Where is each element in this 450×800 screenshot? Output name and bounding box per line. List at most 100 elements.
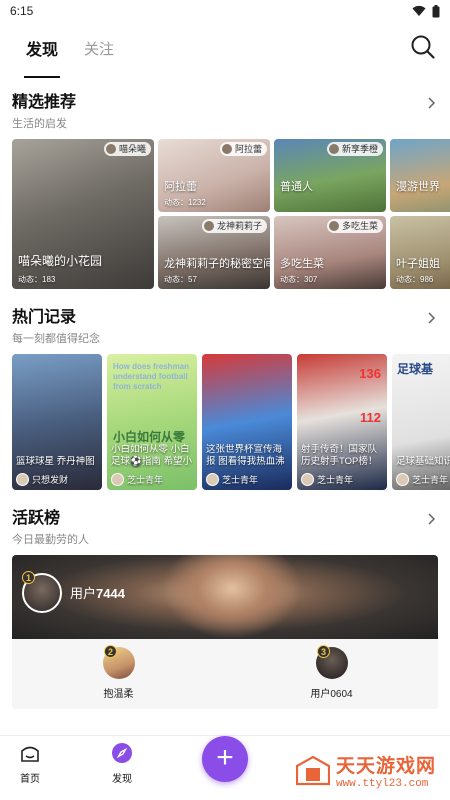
rank-badge: 1: [22, 571, 35, 584]
author-name: 芝士青年: [127, 475, 164, 485]
author-name: 新享季橙: [341, 144, 378, 154]
author-avatar: [206, 473, 219, 486]
hot-card[interactable]: 这张世界杯宣传海报 图看得我热血沸腾 芝士青年: [202, 354, 292, 490]
hot-title: 热门记录: [12, 309, 77, 326]
hot-card-title: 足球基础知识 快手: [396, 456, 450, 467]
author-avatar: [203, 221, 214, 231]
author-avatar: [111, 473, 124, 486]
watermark: 天天游戏网 www.ttyl23.com: [295, 751, 436, 790]
hot-card[interactable]: How does freshman understand football fr…: [107, 354, 197, 490]
author-tag: 新享季橙: [326, 142, 383, 156]
nav-discover[interactable]: 发现: [98, 742, 146, 785]
active-header[interactable]: 活跃榜 今日最勤劳的人: [0, 504, 450, 547]
active-title: 活跃榜: [12, 510, 61, 527]
card-caption: 漫游世界: [396, 181, 440, 193]
battery-icon: [432, 4, 440, 17]
author-tag: 阿拉蕾: [219, 142, 267, 156]
featured-header[interactable]: 精选推荐 生活的启发: [0, 88, 450, 131]
card-meta: 动态：183: [18, 275, 56, 284]
author-tag: 喵朵曦: [103, 142, 151, 156]
hot-card-title: 篮球球星 乔丹神图: [16, 456, 95, 467]
hot-header[interactable]: 热门记录 每一刻都值得纪念: [0, 303, 450, 346]
watermark-url: www.ttyl23.com: [335, 778, 429, 790]
card-caption: 普通人: [280, 181, 313, 193]
rank-first-name: 用户7444: [70, 583, 125, 602]
hot-card[interactable]: 足球基 足球基础知识 快手 芝士青年: [392, 354, 450, 490]
hot-card-title: 这张世界杯宣传海报 图看得我热血沸腾: [206, 444, 285, 467]
hot-card-author: 只想发财: [16, 473, 68, 486]
featured-column: 漫游世界 叶子姐姐 动态：986: [390, 139, 450, 289]
watermark-logo-icon: [295, 755, 330, 785]
card-meta: 动态：986: [396, 275, 434, 284]
featured-subtitle: 生活的启发: [12, 118, 67, 130]
featured-column: 阿拉蕾 阿拉蕾 动态：1232 龙神莉莉子 龙神莉莉子的秘密空间 动态：57: [158, 139, 270, 289]
author-avatar: [301, 473, 314, 486]
active-subtitle: 今日最勤劳的人: [12, 534, 89, 546]
hot-card[interactable]: 136 112 射手传奇！国家队历史射手TOP榜！ 芝士青年: [297, 354, 387, 490]
chevron-right-icon[interactable]: [426, 96, 436, 110]
chevron-right-icon[interactable]: [426, 512, 436, 526]
featured-card[interactable]: 新享季橙 普通人: [274, 139, 386, 212]
author-name: 芝士青年: [412, 475, 449, 485]
featured-card[interactable]: 漫游世界: [390, 139, 450, 212]
author-tag: 多吃生菜: [326, 219, 383, 233]
author-name: 只想发财: [32, 475, 69, 485]
rank-others: 2 抱温柔 3 用户0604: [12, 639, 438, 709]
rank-first-name-prefix: 用户: [70, 586, 97, 601]
status-time: 6:15: [10, 4, 34, 18]
featured-card[interactable]: 阿拉蕾 阿拉蕾 动态：1232: [158, 139, 270, 212]
hot-subtitle: 每一刻都值得纪念: [12, 333, 100, 345]
hot-card-author: 芝士青年: [206, 473, 258, 486]
featured-card[interactable]: 喵朵曦 喵朵曦的小花园 动态：183: [12, 139, 154, 289]
featured-list: 喵朵曦 喵朵曦的小花园 动态：183 阿拉蕾 阿拉蕾 动态：1232 龙神莉莉子…: [0, 139, 450, 289]
nav-home[interactable]: 首页: [6, 742, 54, 785]
nav-home-label: 首页: [20, 774, 40, 785]
home-icon: [21, 746, 39, 762]
author-avatar: [221, 144, 232, 154]
search-icon[interactable]: [410, 34, 436, 60]
author-name: 喵朵曦: [118, 144, 146, 154]
rank-third[interactable]: 3 用户0604: [225, 639, 438, 709]
hot-card[interactable]: 篮球球星 乔丹神图 只想发财: [12, 354, 102, 490]
author-avatar: [16, 473, 29, 486]
hot-card-number: 136: [359, 366, 381, 381]
rank-first[interactable]: 1 用户7444: [12, 555, 438, 639]
active-ranking: 1 用户7444 2 抱温柔 3 用户0604: [12, 555, 438, 709]
card-meta: 动态：57: [164, 275, 197, 284]
wifi-icon: [412, 5, 426, 16]
rank-badge: 3: [317, 645, 330, 658]
card-caption: 多吃生菜: [280, 258, 324, 270]
rank-first-name-number: 7444: [96, 586, 125, 601]
rank-second[interactable]: 2 抱温柔: [12, 639, 225, 709]
author-name: 芝士青年: [222, 475, 259, 485]
chevron-right-icon[interactable]: [426, 311, 436, 325]
author-tag: 龙神莉莉子: [201, 219, 267, 233]
tab-discover[interactable]: 发现: [23, 28, 61, 78]
rank-third-name: 用户0604: [310, 689, 353, 700]
featured-title: 精选推荐: [12, 94, 77, 111]
rank-second-name: 抱温柔: [103, 689, 134, 700]
watermark-brand: 天天游戏网: [335, 756, 436, 777]
status-icons: [412, 4, 440, 18]
author-avatar: [105, 144, 116, 154]
author-avatar: [396, 473, 409, 486]
author-name: 多吃生菜: [341, 221, 378, 231]
hot-card-title: 射手传奇！国家队历史射手TOP榜！: [301, 444, 378, 467]
card-caption: 叶子姐姐: [396, 258, 440, 270]
compass-icon: [112, 743, 132, 763]
tab-follow[interactable]: 关注: [84, 30, 114, 67]
featured-card[interactable]: 龙神莉莉子 龙神莉莉子的秘密空间 动态：57: [158, 216, 270, 289]
featured-card[interactable]: 叶子姐姐 动态：986: [390, 216, 450, 289]
author-name: 芝士青年: [317, 475, 354, 485]
rank-badge: 2: [104, 645, 117, 658]
top-nav: 发现 关注: [0, 22, 450, 78]
author-avatar: [328, 144, 339, 154]
add-button[interactable]: +: [202, 736, 248, 782]
featured-card[interactable]: 多吃生菜 多吃生菜 动态：307: [274, 216, 386, 289]
hot-card-author: 芝士青年: [111, 473, 163, 486]
rank-background: [162, 555, 302, 639]
card-caption: 阿拉蕾: [164, 181, 197, 193]
status-bar: 6:15: [0, 0, 450, 22]
card-meta: 动态：1232: [164, 198, 206, 207]
hot-card-title: 小白如何从零 小白足球⚽指南 希望小白也可以懂…: [111, 444, 192, 467]
